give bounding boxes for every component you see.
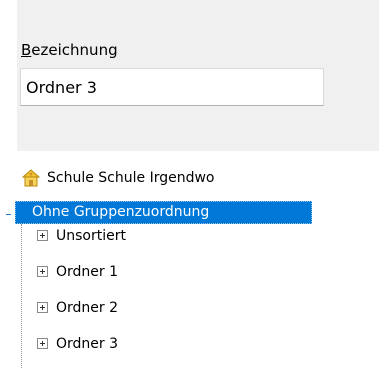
tree-root-label: Schule Schule Irgendwo xyxy=(47,170,215,186)
bezeichnung-label-text: ezeichnung xyxy=(31,41,118,59)
expand-icon[interactable] xyxy=(37,266,48,277)
bezeichnung-label-mnemonic: B xyxy=(21,41,32,59)
collapse-icon[interactable] xyxy=(4,210,13,219)
tree-group-label: Ohne Gruppenzuordnung xyxy=(32,204,210,220)
expand-icon[interactable] xyxy=(37,338,48,349)
school-house-icon xyxy=(21,169,41,187)
tree-root-school[interactable]: Schule Schule Irgendwo xyxy=(0,166,379,190)
expand-icon[interactable] xyxy=(37,302,48,313)
tree-item-ordner-2[interactable]: Ordner 2 xyxy=(56,296,118,320)
bezeichnung-input[interactable] xyxy=(20,68,324,106)
tree-item-unsortiert[interactable]: Unsortiert xyxy=(56,224,126,248)
bezeichnung-label: Bezeichnung xyxy=(21,40,118,60)
tree-item-ordner-3[interactable]: Ordner 3 xyxy=(56,332,118,356)
tree-guide-line xyxy=(21,224,22,368)
tree-item-ordner-1[interactable]: Ordner 1 xyxy=(56,260,118,284)
expand-icon[interactable] xyxy=(37,230,48,241)
